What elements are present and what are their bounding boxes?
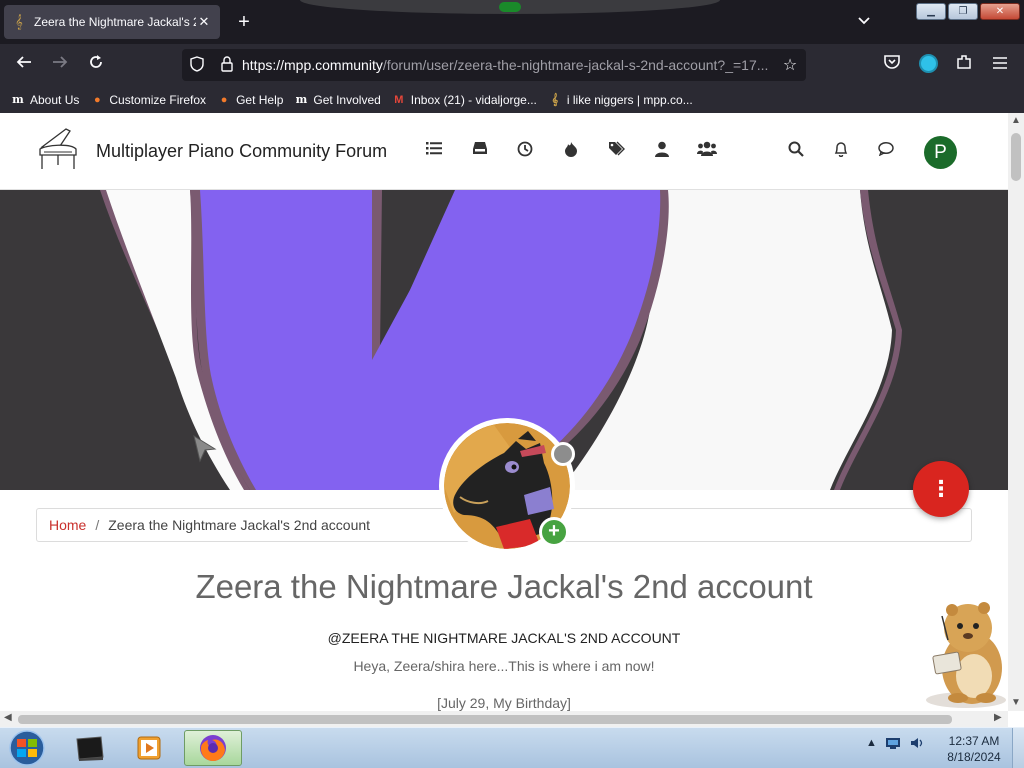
show-desktop-button[interactable] [1012, 728, 1024, 768]
treble-clef-icon: 𝄞 [551, 93, 559, 106]
categories-icon[interactable] [424, 141, 444, 161]
breadcrumb-separator: / [95, 517, 100, 533]
clock-date: 8/18/2024 [947, 750, 1001, 764]
bookmark-mpp-topic[interactable]: 𝄞 i like niggers | mpp.co... [547, 93, 693, 107]
extensions-icon[interactable] [952, 53, 976, 77]
mozilla-m-icon: m [295, 92, 308, 106]
new-tab-button[interactable]: + [232, 11, 256, 33]
close-tab-icon[interactable]: ✕ [196, 14, 212, 30]
bookmark-about-us[interactable]: m About Us [10, 93, 79, 107]
bookmarks-toolbar: m About Us ● Customize Firefox ● Get Help m… [0, 86, 1024, 113]
scroll-left-arrow-icon[interactable]: ◀ [4, 712, 12, 723]
firefox-icon [200, 735, 226, 762]
window-top-decoration [300, 0, 720, 14]
windows-taskbar: ▲ 12:37 AM 8/18/2024 [0, 727, 1024, 768]
profile-actions-button[interactable]: ⋮ [913, 461, 969, 517]
navigation-toolbar: https://mpp.community/forum/user/zeera-t… [0, 44, 1024, 86]
mouse-cursor-icon [193, 435, 217, 463]
account-avatar-icon[interactable] [919, 54, 938, 73]
url-text[interactable]: https://mpp.community/forum/user/zeera-t… [242, 57, 774, 73]
taskbar-media-player[interactable] [120, 730, 178, 766]
network-icon[interactable] [885, 736, 901, 750]
user-menu-avatar[interactable]: P [924, 136, 957, 169]
follow-button[interactable]: + [539, 517, 569, 547]
scroll-up-arrow-icon[interactable]: ▲ [1011, 115, 1021, 126]
mozilla-m-icon: m [12, 92, 24, 106]
start-button[interactable] [4, 729, 50, 767]
treble-clef-icon: 𝄞 [15, 14, 23, 29]
tab-strip: 𝄞 Zeera the Nightmare Jackal's 2nd accou… [0, 0, 1024, 44]
bookmark-star-icon[interactable]: ☆ [774, 55, 806, 75]
popular-icon[interactable] [561, 141, 581, 161]
breadcrumb-home-link[interactable]: Home [49, 517, 86, 533]
taskbar-terminal[interactable] [60, 730, 118, 766]
hamster-desktop-pet-icon[interactable] [912, 596, 1012, 716]
status-offline-indicator [551, 442, 575, 466]
profile-bio-line-1: Heya, Zeera/shira here...This is where i… [353, 658, 655, 674]
bookmark-get-help[interactable]: ● Get Help [216, 93, 284, 107]
gmail-icon: M [394, 93, 404, 106]
system-tray: ▲ [866, 736, 925, 750]
browser-tab[interactable]: 𝄞 Zeera the Nightmare Jackal's 2nd accou… [4, 5, 220, 39]
reload-button[interactable] [84, 53, 108, 77]
media-player-icon [137, 736, 161, 760]
app-menu-icon[interactable] [988, 53, 1012, 77]
scroll-down-arrow-icon[interactable]: ▼ [1011, 697, 1021, 708]
pocket-icon[interactable] [880, 53, 904, 77]
chat-icon[interactable] [876, 141, 896, 161]
breadcrumb-current: Zeera the Nightmare Jackal's 2nd account [108, 517, 371, 533]
user-icon[interactable] [652, 141, 672, 161]
lock-icon[interactable] [212, 55, 242, 75]
bookmark-customize-firefox[interactable]: ● Customize Firefox [89, 93, 206, 107]
taskbar-clock[interactable]: 12:37 AM 8/18/2024 [940, 733, 1008, 765]
volume-icon[interactable] [909, 736, 925, 750]
bookmark-get-involved[interactable]: m Get Involved [293, 92, 381, 107]
recent-icon[interactable] [515, 141, 535, 161]
grand-piano-logo-icon[interactable] [36, 125, 80, 175]
search-icon[interactable] [786, 141, 806, 161]
profile-handle: @ZEERA THE NIGHTMARE JACKAL'S 2ND ACCOUN… [327, 630, 681, 646]
address-bar[interactable]: https://mpp.community/forum/user/zeera-t… [182, 49, 806, 81]
vertical-scroll-thumb[interactable] [1011, 133, 1021, 181]
groups-icon[interactable] [697, 141, 717, 161]
terminal-icon [76, 736, 104, 761]
profile-bio-line-2: [July 29, My Birthday] [437, 695, 571, 711]
firefox-icon: ● [94, 93, 101, 106]
back-button[interactable] [12, 53, 36, 77]
bookmark-inbox[interactable]: M Inbox (21) - vidaljorge... [391, 93, 537, 107]
firefox-icon: ● [220, 93, 228, 106]
tags-icon[interactable] [606, 141, 626, 161]
minimize-button[interactable]: ▁ [916, 3, 946, 20]
restore-button[interactable]: ❐ [948, 3, 978, 20]
tab-title: Zeera the Nightmare Jackal's 2nd account [34, 15, 196, 29]
show-hidden-icons-icon[interactable]: ▲ [866, 737, 877, 749]
inbox-icon[interactable] [470, 141, 490, 161]
horizontal-scroll-thumb[interactable] [18, 715, 952, 724]
list-all-tabs-button[interactable] [854, 11, 874, 33]
horizontal-scrollbar[interactable]: ◀ ▶ [0, 711, 1008, 727]
clock-time: 12:37 AM [948, 734, 1000, 748]
notifications-icon[interactable] [831, 141, 851, 161]
close-window-button[interactable]: ✕ [980, 3, 1020, 20]
site-title[interactable]: Multiplayer Piano Community Forum [96, 141, 387, 162]
page-viewport: Multiplayer Piano Community Forum P Home… [0, 113, 1008, 711]
forward-button[interactable] [48, 53, 72, 77]
taskbar-firefox[interactable] [184, 730, 242, 766]
shield-icon[interactable] [182, 55, 212, 75]
forum-header: Multiplayer Piano Community Forum P [0, 113, 1008, 190]
profile-fullname: Zeera the Nightmare Jackal's 2nd account [195, 568, 813, 605]
